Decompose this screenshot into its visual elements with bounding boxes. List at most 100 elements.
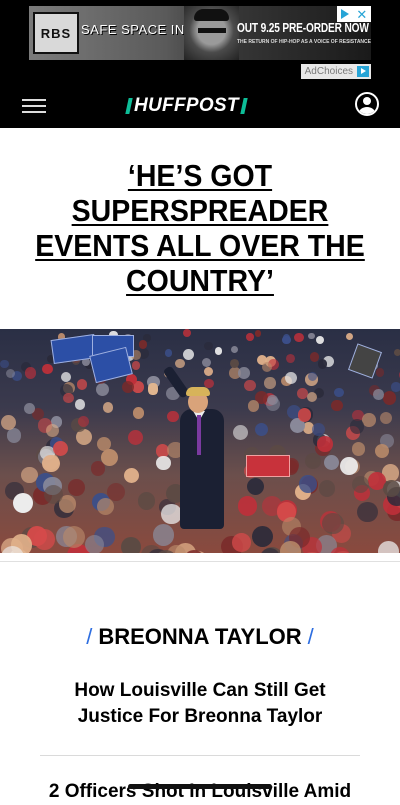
crowd-member [24,367,37,379]
ad-area: RBS SAFE SPACE INVADER OUT 9.25 PRE-ORDE… [0,0,400,84]
crowd-member [214,347,223,355]
crowd-member [203,366,214,376]
crowd-member [131,361,141,370]
crowd-member [323,454,340,470]
crowd-member [305,453,322,469]
crowd-member [308,332,315,340]
crowd-member [138,340,147,349]
story-link[interactable]: How Louisville Can Still Get Justice For… [40,678,360,730]
section-divider [0,561,400,562]
crowd-member [331,399,344,412]
crowd-member [231,345,239,353]
section-label-breonna-taylor[interactable]: / BREONNA TAYLOR / [0,624,400,650]
crowd-member [251,526,274,548]
crowd-member [285,372,298,385]
crowd-member [6,368,16,378]
crowd-member [120,537,141,553]
crowd-member [345,333,353,341]
crowd-member [68,479,85,496]
hamburger-menu-icon[interactable] [22,97,46,115]
crowd-member [322,512,344,534]
crowd-member [183,329,192,337]
crowd-member [299,474,317,493]
crowd-member [391,382,400,392]
crowd-member [132,407,145,420]
crowd-member [333,387,344,398]
crowd-member [127,429,144,446]
ad-controls: ✕ [337,6,371,22]
adchoices-link[interactable]: AdChoices [300,64,371,79]
crowd-member [254,330,262,337]
crowd-member [262,362,273,373]
crowd-member [42,363,53,375]
crowd-member [244,379,256,392]
crowd-member [122,381,135,394]
crowd-member [167,410,179,423]
user-account-icon[interactable] [355,92,379,116]
ad-close-icon[interactable]: ✕ [356,8,367,21]
crowd-member [61,372,72,383]
crowd-member [280,541,301,553]
speaker-hand [148,383,158,395]
crowd-member [379,412,392,425]
crowd-member [175,358,185,368]
crowd-member [238,366,250,379]
section-slash-right: / [307,624,314,649]
crowd-member [84,534,105,553]
advertisement-banner[interactable]: RBS SAFE SPACE INVADER OUT 9.25 PRE-ORDE… [29,6,371,60]
crowd-member [351,442,365,456]
crowd-member [297,408,312,422]
home-indicator[interactable] [128,784,272,789]
crowd-member [340,457,358,475]
crowd-member [306,391,317,402]
crowd-member [13,493,34,514]
crowd-member [100,449,118,467]
crowd-member [375,368,385,378]
crowd-member [232,424,249,441]
crowd-member [77,415,89,428]
speaker-hair [186,387,210,396]
crowd-member [62,526,85,549]
crowd-member [124,467,140,484]
crowd-member [362,413,376,427]
logo-text: HUFFPOST [134,95,239,116]
top-nav-bar: HUFFPOST [0,84,400,128]
crowd-member [255,422,269,436]
crowd-member [152,524,175,546]
crowd-member [41,454,60,473]
crowd-member [267,394,278,406]
crowd-member [282,335,291,345]
crowd-member [63,392,74,404]
crowd-member [309,352,320,362]
crowd-member [164,349,173,357]
crowd-member [378,541,400,553]
crowd-member [246,333,254,341]
crowd-member [317,359,328,369]
crowd-member [246,477,265,495]
crowd-member [76,379,87,390]
adchoices-label: AdChoices [304,66,353,77]
crowd-member [357,501,379,523]
crowd-member [137,492,156,510]
crowd-member [52,440,68,457]
crowd-member [96,382,110,397]
rally-sign [246,455,290,477]
crowd-member [330,546,351,553]
ad-info-icon[interactable] [340,9,349,19]
crowd-member [286,354,296,364]
crowd-member [315,335,324,344]
ad-headline: OUT 9.25 PRE-ORDER NOW [237,20,369,35]
article-hero-photo[interactable] [0,329,400,553]
huffpost-logo[interactable]: HUFFPOST [125,95,248,116]
crowd-member [312,422,325,436]
story-link[interactable]: 2 Officers Shot In Louisville Amid [40,779,360,805]
crowd-member [45,423,59,438]
article-headline[interactable]: ‘HE’S GOT SUPERSPREADER EVENTS ALL OVER … [34,158,365,298]
crowd-member [374,444,389,459]
speaker-body [180,409,224,529]
crowd-member [102,401,114,413]
section-slash-left: / [86,624,93,649]
crowd-member [237,496,258,516]
crowd-member [97,497,115,515]
crowd-member [74,399,86,410]
